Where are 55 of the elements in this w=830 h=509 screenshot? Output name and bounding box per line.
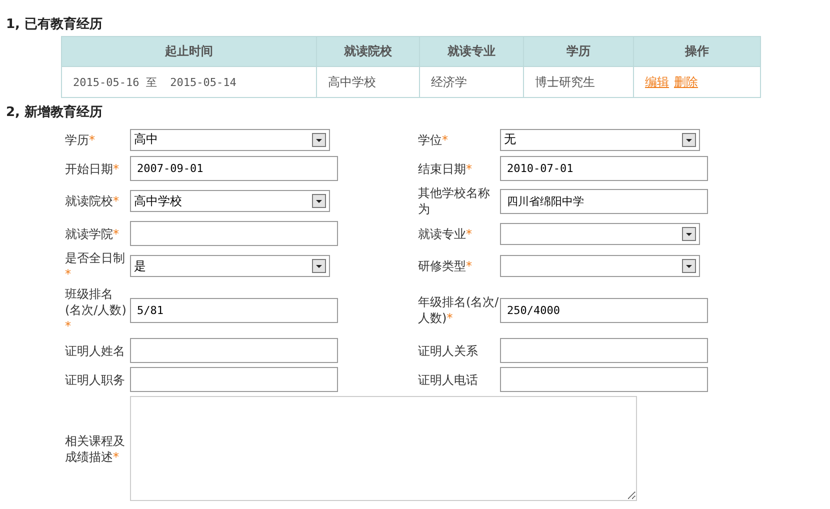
dropdown-value: 是 xyxy=(134,258,146,274)
table-cell: 2015-05-16 至 2015-05-14 xyxy=(62,66,316,98)
caret-icon xyxy=(312,259,326,273)
text-area[interactable] xyxy=(130,396,637,501)
field-label: 开始日期* xyxy=(65,160,120,176)
caret-icon xyxy=(682,226,696,240)
dropdown[interactable]: 无 xyxy=(500,128,700,150)
field-label: 就读专业* xyxy=(418,226,473,242)
field-label: 证明人姓名 xyxy=(65,342,126,358)
table-cell: 经济学 xyxy=(420,66,524,98)
dropdown[interactable]: 高中学校 xyxy=(130,190,330,212)
dropdown-value: 高中 xyxy=(134,131,158,148)
caret-icon xyxy=(682,259,696,273)
field-label: 结束日期* xyxy=(418,160,473,176)
dropdown[interactable]: 是 xyxy=(130,255,330,277)
column-header: 起止时间 xyxy=(62,36,316,66)
column-header: 学历 xyxy=(524,36,634,66)
input-field[interactable]: 2007-09-01 xyxy=(130,156,338,181)
input-field[interactable]: 2010-07-01 xyxy=(500,156,708,181)
section-heading: 2, 新增教育经历 xyxy=(5,104,104,122)
dropdown[interactable] xyxy=(500,255,700,277)
field-label: 其他学校名称为 xyxy=(418,185,491,217)
column-header: 就读院校 xyxy=(316,36,420,66)
field-label: 证明人关系 xyxy=(418,342,479,358)
field-label: 证明人电话 xyxy=(418,372,479,388)
input-field[interactable] xyxy=(500,367,708,392)
input-field[interactable]: 5/81 xyxy=(130,298,338,322)
input-field[interactable] xyxy=(130,367,338,392)
column-header: 就读专业 xyxy=(420,36,524,66)
field-label: 班级排名(名次/人数) * xyxy=(65,286,128,334)
input-field[interactable] xyxy=(130,338,338,363)
field-label: 是否全日制 * xyxy=(65,250,126,282)
column-header: 操作 xyxy=(634,36,760,66)
caret-icon xyxy=(312,194,326,208)
field-label: 证明人职务 xyxy=(65,372,126,388)
dropdown-value: 无 xyxy=(504,131,516,148)
table-cell: 博士研究生 xyxy=(524,66,634,98)
field-label: 年级排名(名次/人数)* xyxy=(418,294,500,326)
input-field[interactable] xyxy=(130,221,338,246)
caret-icon xyxy=(682,132,696,146)
field-label: 就读院校* xyxy=(65,193,120,209)
input-field[interactable]: 250/4000 xyxy=(500,298,708,322)
field-label: 相关课程及成绩描述* xyxy=(65,432,126,464)
dropdown-value: 高中学校 xyxy=(134,192,182,210)
field-label: 研修类型* xyxy=(418,258,473,274)
field-label: 学历* xyxy=(65,132,96,148)
section-heading: 1, 已有教育经历 xyxy=(5,16,104,34)
caret-icon xyxy=(312,132,326,146)
input-field[interactable] xyxy=(500,338,708,363)
field-label: 学位* xyxy=(418,132,449,148)
field-label: 就读学院* xyxy=(65,226,120,242)
dropdown[interactable] xyxy=(500,222,700,244)
input-field[interactable]: 四川省绵阳中学 xyxy=(500,188,708,214)
dropdown[interactable]: 高中 xyxy=(130,128,330,150)
table-cell: 高中学校 xyxy=(316,66,420,98)
